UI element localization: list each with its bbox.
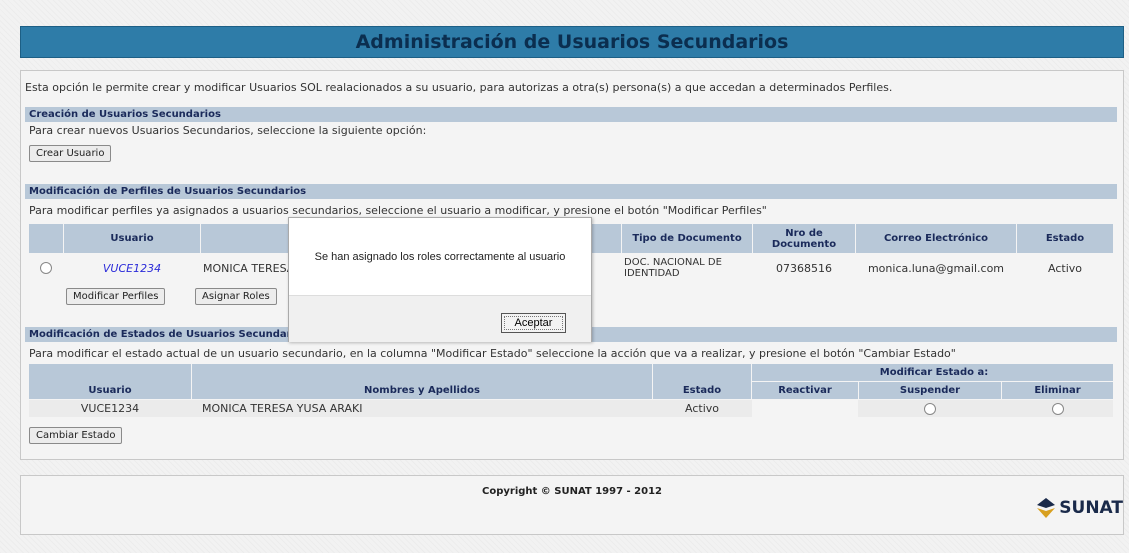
modificar-perfiles-button[interactable]: Modificar Perfiles (66, 288, 166, 305)
aceptar-button[interactable]: Aceptar (501, 313, 566, 333)
dialog-button-bar: Aceptar (289, 295, 591, 342)
alert-dialog: Se han asignado los roles correctamente … (288, 217, 592, 342)
perfiles-row-nro: 07368516 (776, 261, 832, 275)
suspender-radio[interactable] (924, 402, 936, 415)
estados-col-reactivar: Reactivar (752, 382, 858, 399)
crear-usuario-button[interactable]: Crear Usuario (29, 145, 112, 162)
estados-row-eliminar[interactable] (1002, 400, 1113, 417)
sunat-logo: SUNAT (1037, 498, 1123, 518)
perfiles-col-usuario: Usuario (64, 224, 200, 253)
user-radio[interactable] (40, 262, 52, 274)
estados-col-suspender: Suspender (859, 382, 1001, 399)
asignar-roles-button[interactable]: Asignar Roles (195, 288, 277, 305)
copyright-text: Copyright © SUNAT 1997 - 2012 (482, 486, 662, 497)
estados-col-modificar: Modificar Estado a: (752, 364, 1113, 381)
perfiles-row-estado: Activo (1048, 261, 1082, 275)
sunat-logo-text: SUNAT (1059, 498, 1123, 518)
footer: Copyright © SUNAT 1997 - 2012 SUNAT (20, 475, 1124, 535)
page-title: Administración de Usuarios Secundarios (355, 31, 789, 53)
estados-col-eliminar: Eliminar (1002, 382, 1113, 399)
perfiles-col-select (29, 224, 63, 253)
estados-row-estado: Activo (685, 402, 719, 415)
perfiles-heading: Modificación de Perfiles de Usuarios Sec… (25, 184, 1117, 199)
perfiles-row-usuario[interactable]: VUCE1234 (64, 254, 200, 282)
estados-row-nombres: MONICA TERESA YUSA ARAKI (202, 402, 363, 415)
estados-row-reactivar (752, 400, 858, 417)
sunat-logo-icon (1037, 498, 1056, 518)
page-header: Administración de Usuarios Secundarios (20, 26, 1124, 58)
creacion-heading: Creación de Usuarios Secundarios (25, 107, 1117, 122)
perfiles-col-nro: Nro de Documento (753, 224, 855, 253)
estados-col-usuario: Usuario (29, 364, 191, 399)
estados-col-estado: Estado (653, 364, 751, 399)
perfiles-row-correo: monica.luna@gmail.com (867, 261, 1005, 275)
usuario-link[interactable]: VUCE1234 (103, 262, 161, 275)
perfiles-col-correo: Correo Electrónico (856, 224, 1016, 253)
perfiles-text: Para modificar perfiles ya asignados a u… (29, 204, 767, 217)
estados-col-nombres: Nombres y Apellidos (192, 364, 652, 399)
estados-row-usuario: VUCE1234 (80, 402, 140, 415)
perfiles-row-select[interactable] (29, 254, 63, 282)
creacion-text: Para crear nuevos Usuarios Secundarios, … (29, 124, 427, 137)
eliminar-radio[interactable] (1051, 402, 1064, 415)
dialog-message: Se han asignado los roles correctamente … (314, 250, 566, 263)
estados-text: Para modificar el estado actual de un us… (29, 347, 956, 360)
perfiles-col-estado: Estado (1017, 224, 1113, 253)
modificar-estado-label: Modificar Estado a: (879, 367, 989, 378)
perfiles-row-nombre: MONICA TERESA YUSA ARAKI (203, 261, 299, 275)
estados-row-suspender[interactable] (859, 400, 1001, 417)
intro-text: Esta opción le permite crear y modificar… (25, 81, 893, 94)
cambiar-estado-button[interactable]: Cambiar Estado (29, 427, 123, 444)
perfiles-col-tipo: Tipo de Documento (622, 224, 752, 253)
perfiles-row-tipo: DOC. NACIONAL DE IDENTIDAD (624, 257, 722, 279)
